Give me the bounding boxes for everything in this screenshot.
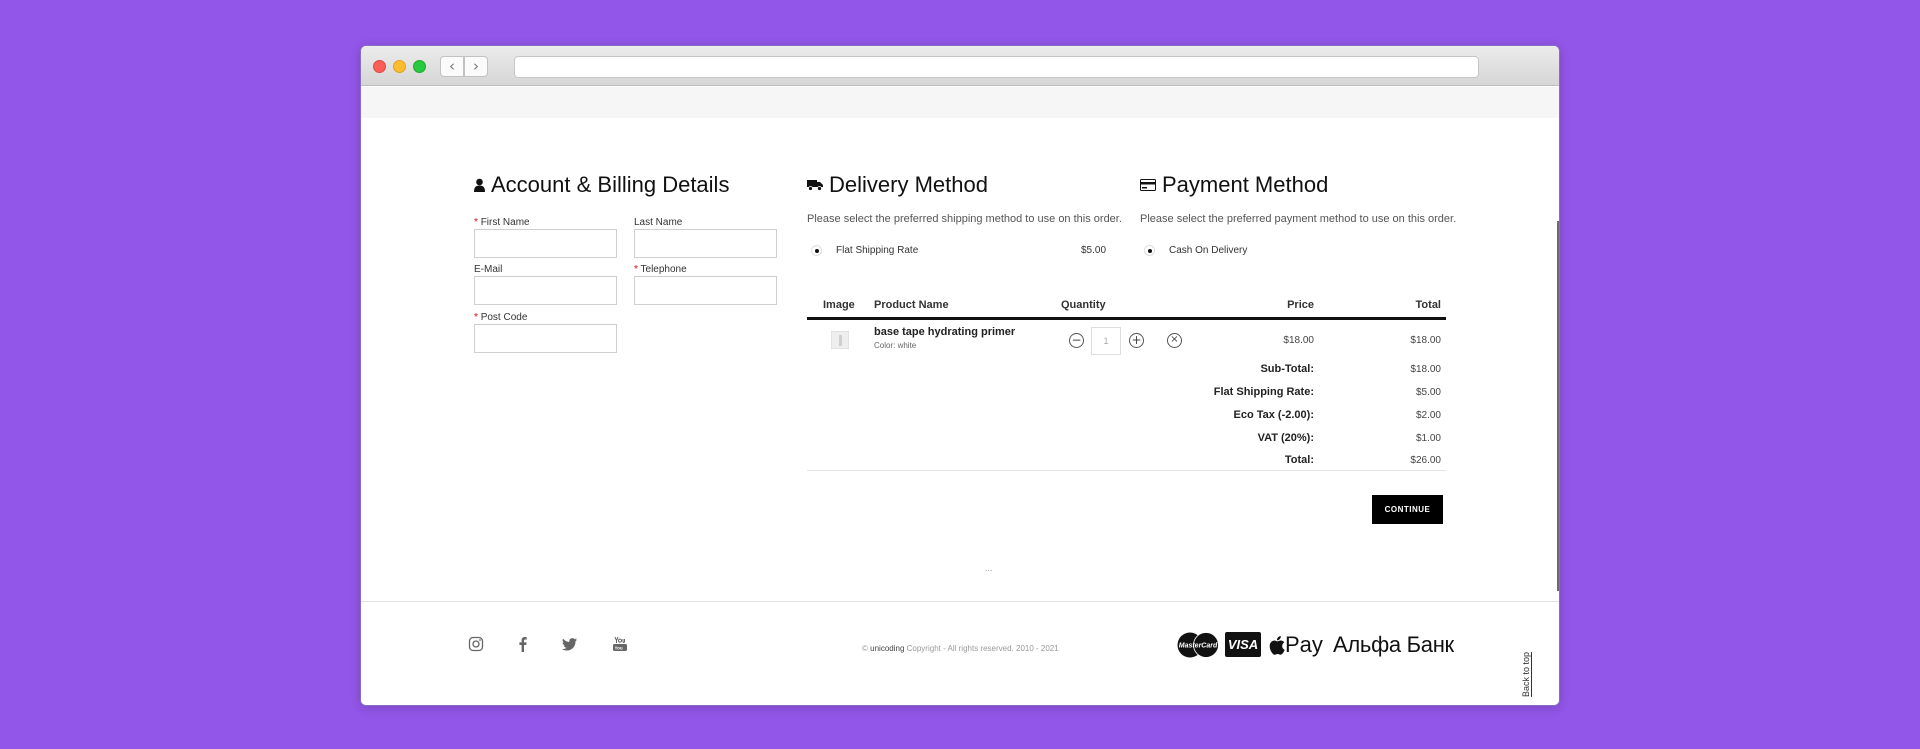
payment-title-text: Payment Method [1162,172,1329,197]
total-label: Total: [1284,454,1314,466]
decrease-quantity-button[interactable]: − [1069,333,1084,348]
alfa-bank-logo: Альфа Банк [1333,632,1454,657]
facebook-icon[interactable] [515,636,531,652]
loading-dots: ... [985,563,993,573]
back-button[interactable]: ‹ [440,56,464,77]
youtube-icon[interactable]: You [612,636,628,652]
delivery-note: Please select the preferred shipping met… [807,213,1122,225]
billing-title-text: Account & Billing Details [491,172,730,197]
email-label: E-Mail [474,264,503,275]
billing-title: Account & Billing Details [474,172,729,198]
flat-shipping-label: Flat Shipping Rate [836,245,919,256]
eco-tax-value: $2.00 [1415,410,1441,421]
header-product-name: Product Name [874,299,949,311]
eco-tax-label: Eco Tax (-2.00): [1233,409,1315,421]
close-window-button[interactable] [373,60,386,73]
twitter-icon[interactable] [562,636,578,652]
product-name[interactable]: base tape hydrating primer [874,326,1015,338]
subtotal-label: Sub-Total: [1260,363,1314,375]
item-total: $18.00 [1410,335,1441,346]
scrollbar[interactable] [1557,221,1559,591]
address-bar[interactable] [514,56,1479,78]
subtotal-value: $18.00 [1410,364,1441,375]
truck-icon [807,180,823,191]
table-header-divider [807,317,1446,320]
product-option: Color: white [874,341,917,350]
header-price: Price [1287,299,1314,311]
item-price: $18.00 [1283,335,1314,346]
last-name-input[interactable] [634,229,777,258]
payment-note: Please select the preferred payment meth… [1140,213,1457,225]
continue-button[interactable]: CONTINUE [1372,495,1443,524]
telephone-input[interactable] [634,276,777,305]
cash-on-delivery-radio[interactable] [1144,245,1155,256]
browser-titlebar: ‹ › [361,46,1559,86]
header-quantity: Quantity [1061,299,1106,311]
svg-text:You: You [615,646,623,651]
shipping-label: Flat Shipping Rate: [1213,386,1314,398]
delivery-title-text: Delivery Method [829,172,988,197]
increase-quantity-button[interactable]: + [1129,333,1144,348]
user-icon [474,178,485,192]
payment-title: Payment Method [1140,172,1328,198]
last-name-label: Last Name [634,217,683,228]
visa-icon: VISA [1225,632,1261,657]
minimize-window-button[interactable] [393,60,406,73]
svg-text:MasterCard: MasterCard [1179,643,1218,650]
cash-on-delivery-label: Cash On Delivery [1169,245,1248,256]
instagram-icon[interactable] [468,636,484,652]
mastercard-icon: MasterCard [1177,632,1219,658]
vat-value: $1.00 [1415,433,1441,444]
flat-shipping-radio[interactable] [811,245,822,256]
footer: You © unicoding Copyright - All rights r… [361,601,1559,705]
back-to-top-link[interactable]: Back to top [1521,651,1532,697]
totals-divider [807,470,1446,471]
maximize-window-button[interactable] [413,60,426,73]
first-name-label: * First Name [474,217,530,228]
apple-icon [1269,635,1285,655]
copyright-text: © unicoding Copyright - All rights reser… [862,644,1059,653]
header-image: Image [823,299,855,311]
remove-item-button[interactable]: × [1167,333,1182,348]
header-total: Total [1415,299,1441,311]
product-thumbnail[interactable] [831,331,849,349]
email-input[interactable] [474,276,617,305]
credit-card-icon [1140,179,1156,191]
forward-button[interactable]: › [464,56,488,77]
shipping-value: $5.00 [1415,387,1441,398]
total-value: $26.00 [1410,455,1441,466]
quantity-input[interactable]: 1 [1091,327,1121,355]
apple-pay-icon: Pay [1269,632,1323,658]
postcode-input[interactable] [474,324,617,353]
brand-link[interactable]: unicoding [870,644,904,653]
postcode-label: * Post Code [474,312,528,323]
flat-shipping-price: $5.00 [1081,245,1107,256]
browser-window: ‹ › Account & Billing Details * First Na… [360,45,1560,706]
delivery-title: Delivery Method [807,172,988,198]
first-name-input[interactable] [474,229,617,258]
telephone-label: * Telephone [634,264,687,275]
vat-label: VAT (20%): [1257,432,1314,444]
header-strip [361,87,1559,118]
